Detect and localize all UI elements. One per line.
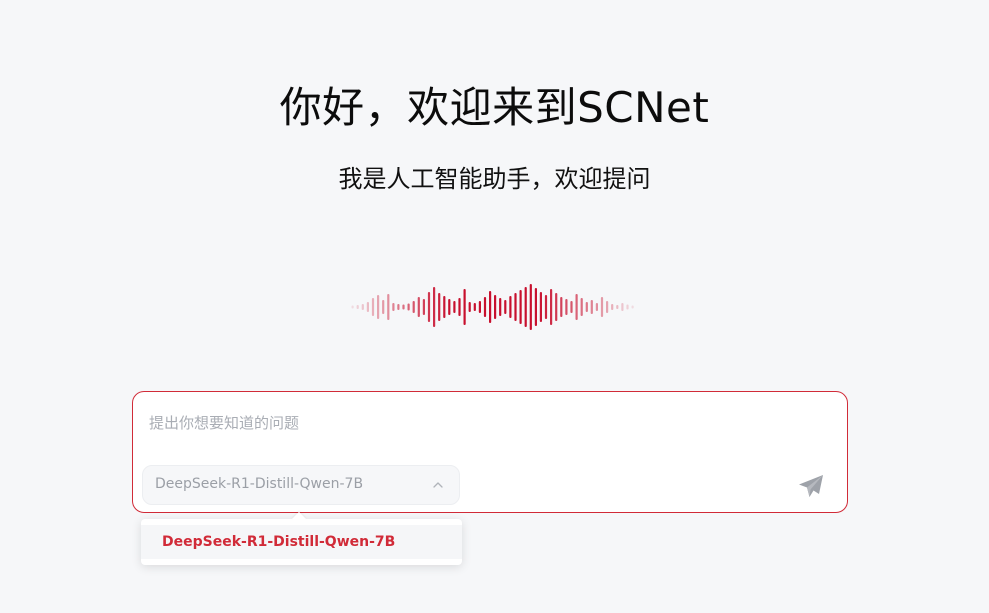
wave-bar	[514, 293, 517, 321]
wave-bar	[422, 299, 425, 315]
wave-bar	[519, 290, 522, 324]
model-dropdown: DeepSeek-R1-Distill-Qwen-7B	[141, 511, 462, 565]
wave-bar	[509, 296, 512, 318]
wave-bar	[377, 295, 380, 319]
wave-bar	[463, 289, 466, 325]
wave-bar	[351, 305, 354, 309]
model-select[interactable]: DeepSeek-R1-Distill-Qwen-7B	[142, 465, 460, 505]
wave-bar	[555, 293, 558, 321]
model-select-value: DeepSeek-R1-Distill-Qwen-7B	[155, 476, 364, 492]
wave-bar	[504, 300, 507, 314]
wave-bar	[570, 301, 573, 313]
page-subtitle: 我是人工智能助手，欢迎提问	[338, 165, 651, 193]
wave-bar	[621, 303, 624, 311]
audio-wave-icon	[350, 280, 635, 334]
wave-bar	[590, 300, 593, 314]
wave-bar	[560, 297, 563, 317]
wave-bar	[606, 301, 609, 313]
wave-bar	[371, 298, 375, 316]
wave-bar	[458, 298, 461, 316]
wave-bar	[524, 287, 527, 327]
chat-input-box: DeepSeek-R1-Distill-Qwen-7B	[132, 391, 848, 513]
wave-bar	[575, 294, 578, 320]
chevron-up-icon	[433, 482, 443, 488]
wave-bar	[473, 303, 476, 311]
wave-bar	[626, 304, 629, 310]
wave-bar	[529, 284, 532, 330]
wave-bar	[382, 300, 385, 314]
wave-bar	[417, 297, 420, 317]
wave-bar	[600, 297, 604, 317]
wave-bar	[412, 301, 415, 313]
wave-bar	[448, 299, 451, 315]
wave-bar	[494, 295, 497, 319]
wave-bar	[402, 304, 405, 310]
question-input[interactable]	[149, 410, 809, 436]
wave-bar	[544, 295, 548, 319]
wave-bar	[468, 302, 471, 312]
wave-bar	[407, 303, 410, 311]
wave-bar	[595, 303, 598, 311]
wave-bar	[433, 287, 436, 327]
wave-bar	[438, 293, 441, 321]
dropdown-arrow	[291, 511, 307, 527]
wave-bar	[483, 297, 487, 317]
wave-bar	[366, 302, 369, 312]
page-title: 你好，欢迎来到SCNet	[279, 83, 710, 132]
wave-bar	[392, 303, 395, 311]
wave-bar	[443, 296, 446, 318]
wave-bar	[427, 292, 431, 322]
wave-bar	[453, 301, 456, 313]
wave-bar	[478, 301, 481, 313]
wave-bar	[489, 291, 492, 323]
wave-bar	[539, 292, 542, 322]
wave-bar	[580, 298, 583, 316]
wave-bar	[499, 298, 502, 316]
wave-bar	[585, 302, 588, 312]
wave-bar	[565, 299, 568, 315]
wave-bar	[361, 304, 364, 310]
wave-bar	[616, 305, 619, 309]
wave-bar	[356, 305, 359, 309]
wave-bar	[387, 294, 390, 320]
wave-bar	[534, 288, 537, 326]
wave-bar	[550, 289, 553, 325]
wave-bar	[397, 304, 400, 310]
send-icon[interactable]	[797, 472, 825, 500]
model-option[interactable]: DeepSeek-R1-Distill-Qwen-7B	[141, 525, 462, 559]
wave-bar	[631, 305, 634, 309]
wave-bar	[611, 304, 614, 310]
